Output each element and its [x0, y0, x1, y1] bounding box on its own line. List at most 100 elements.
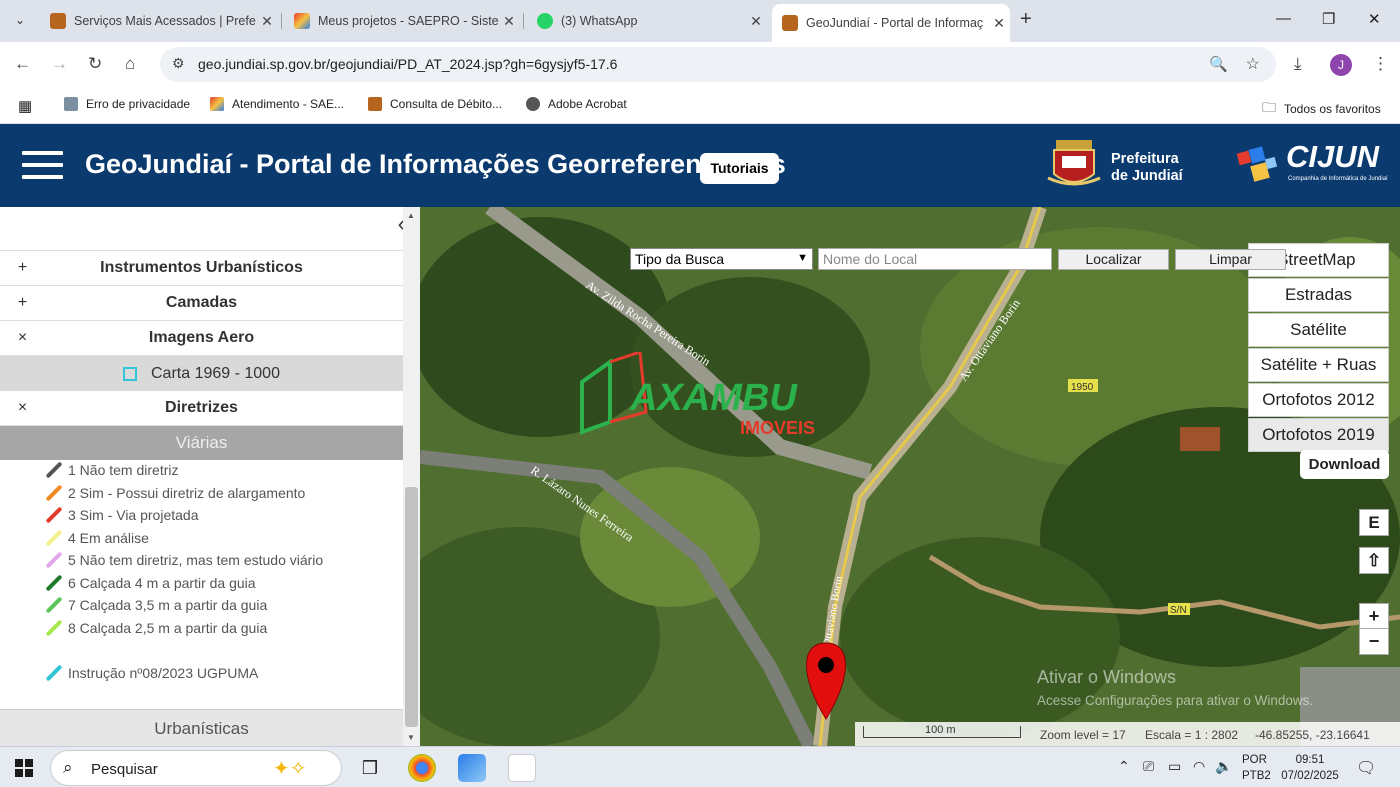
bookmark-star-icon[interactable]: ☆	[1246, 54, 1260, 74]
all-bookmarks[interactable]: 🗀 Todos os favoritos	[1262, 97, 1381, 121]
chevron-up-icon[interactable]: ⌃	[1118, 758, 1130, 775]
download-icon[interactable]: ⤓	[1294, 54, 1302, 74]
map-status-bar: 100 m Zoom level = 17 Escala = 1 : 2802 …	[855, 722, 1400, 746]
layer-estradas[interactable]: Estradas	[1248, 278, 1389, 312]
map-view[interactable]: Av. Zilda Rocha Pereira Borin Av. Ottavi…	[420, 207, 1400, 746]
photos-app-icon[interactable]	[458, 754, 486, 782]
task-view-icon[interactable]: ❒	[356, 754, 384, 782]
close-tab-icon[interactable]: ✕	[988, 15, 1010, 32]
bookmark-favicon-icon	[210, 97, 224, 111]
home-icon[interactable]: ⌂	[125, 54, 135, 74]
subsection-viarias[interactable]: Viárias	[0, 426, 403, 460]
saepro-favicon-icon	[294, 13, 310, 29]
legend-line-swatch	[45, 664, 63, 682]
layer-ortofotos-2012[interactable]: Ortofotos 2012	[1248, 383, 1389, 417]
bookmark-consulta-debito[interactable]: Consulta de Débito...	[368, 97, 502, 111]
address-bar[interactable]: ⚙ geo.jundiai.sp.gov.br/geojundiai/PD_AT…	[160, 47, 1276, 82]
zoom-icon[interactable]: 🔍	[1209, 55, 1228, 73]
zoom-out-button[interactable]: −	[1359, 628, 1389, 655]
tutorials-button[interactable]: Tutoriais	[700, 153, 779, 184]
battery-icon[interactable]: ▭	[1168, 758, 1181, 775]
bookmark-atendimento[interactable]: Atendimento - SAE...	[210, 97, 344, 111]
zoom-in-button[interactable]: +	[1359, 603, 1389, 630]
sidebar-cut-row	[0, 207, 403, 251]
layer-carta-1969[interactable]: Carta 1969 - 1000	[0, 356, 403, 391]
layers-sidebar: « +Instrumentos Urbanísticos +Camadas ×I…	[0, 207, 420, 746]
locate-button[interactable]: Localizar	[1058, 249, 1169, 270]
download-button[interactable]: Download	[1300, 450, 1389, 479]
cijun-subtitle: Companhia de Informática de Jundiaí	[1288, 176, 1388, 182]
volume-icon[interactable]: 🔈	[1215, 758, 1232, 775]
close-tab-icon[interactable]: ✕	[498, 13, 520, 30]
subsection-urbanisticas[interactable]: Urbanísticas	[0, 709, 403, 746]
legend-label: 8 Calçada 2,5 m a partir da guia	[68, 620, 268, 636]
site-info-icon[interactable]: ⚙	[172, 55, 185, 72]
wifi-icon[interactable]: ◠	[1193, 758, 1205, 775]
search-type-select[interactable]: Tipo da Busca ▼	[630, 248, 813, 270]
layer-checkbox[interactable]	[123, 366, 137, 381]
e-control-button[interactable]: E	[1359, 509, 1389, 536]
back-button[interactable]: ←	[14, 54, 31, 74]
layer-satelite-ruas[interactable]: Satélite + Ruas	[1248, 348, 1389, 382]
search-icon: ⌕	[63, 758, 73, 777]
profile-avatar[interactable]: J	[1330, 54, 1352, 76]
clock[interactable]: 09:51 07/02/2025	[1280, 752, 1340, 784]
collapse-icon: ×	[17, 329, 28, 346]
legend-item: 6 Calçada 4 m a partir da guia	[44, 573, 256, 593]
scroll-up-icon[interactable]: ▲	[407, 211, 415, 220]
prefeitura-favicon-icon	[50, 13, 66, 29]
tab-geojundiai[interactable]: GeoJundiaí - Portal de Informaç ✕	[772, 4, 1010, 42]
tab-servicos[interactable]: Serviços Mais Acessados | Prefe ✕	[40, 6, 278, 36]
forward-button[interactable]: →	[51, 54, 68, 74]
legend-item: Instrução nº08/2023 UGPUMA	[44, 663, 258, 683]
section-instrumentos-urbanisticos[interactable]: + Instrumentos Urbanísticos	[0, 251, 403, 286]
url-text[interactable]: geo.jundiai.sp.gov.br/geojundiai/PD_AT_2…	[198, 56, 617, 72]
section-diretrizes[interactable]: × Diretrizes	[0, 391, 403, 426]
section-imagens-aero[interactable]: × Imagens Aero	[0, 321, 403, 356]
language-indicator[interactable]: POR PTB2	[1242, 752, 1271, 784]
legend-label: 7 Calçada 3,5 m a partir da guia	[68, 597, 268, 613]
notifications-icon[interactable]: 🗨	[1356, 758, 1376, 778]
legend-label: 3 Sim - Via projetada	[68, 507, 199, 523]
apps-grid-icon[interactable]: ▦	[18, 97, 32, 115]
windows-activation-text: Acesse Configurações para ativar o Windo…	[1037, 693, 1314, 708]
scrollbar-thumb[interactable]	[405, 487, 418, 727]
scroll-down-icon[interactable]: ▼	[407, 733, 415, 742]
sparkle-icon: ✦✧	[273, 758, 307, 780]
clear-button[interactable]: Limpar	[1175, 249, 1286, 270]
tab-whatsapp[interactable]: (3) WhatsApp ✕	[527, 6, 767, 36]
taskbar-search[interactable]: ⌕ Pesquisar ✦✧	[50, 750, 342, 786]
windows-taskbar: ⌕ Pesquisar ✦✧ ❒ ⌃ ⎚ ▭ ◠ 🔈 POR PTB2 09:51…	[0, 746, 1400, 787]
close-tab-icon[interactable]: ✕	[745, 13, 767, 30]
menu-kebab-icon[interactable]: ⋮	[1372, 54, 1389, 74]
prefeitura-coat-of-arms-icon	[1047, 140, 1101, 186]
legend-line-swatch	[45, 619, 63, 637]
axambu-watermark: AXAMBU IMOVEIS	[570, 349, 830, 447]
hamburger-menu-icon[interactable]	[22, 151, 63, 181]
chrome-icon[interactable]	[408, 754, 436, 782]
tab-saepro[interactable]: Meus projetos - SAEPRO - Siste ✕	[284, 6, 520, 36]
section-camadas[interactable]: + Camadas	[0, 286, 403, 321]
folder-icon: 🗀	[1262, 99, 1276, 115]
minimize-button[interactable]: —	[1276, 10, 1291, 27]
tab-search-icon[interactable]: ⌄	[10, 10, 30, 30]
bookmark-adobe-acrobat[interactable]: Adobe Acrobat	[526, 97, 627, 111]
location-name-input[interactable]: Nome do Local	[818, 248, 1052, 270]
restore-button[interactable]: ❐	[1322, 10, 1335, 28]
close-window-button[interactable]: ✕	[1368, 10, 1381, 28]
meet-now-icon[interactable]: ⎚	[1143, 758, 1154, 775]
legend-label: Instrução nº08/2023 UGPUMA	[68, 665, 259, 681]
reload-button[interactable]: ↻	[88, 54, 102, 74]
page-title: GeoJundiaí - Portal de Informações Georr…	[85, 149, 786, 179]
windows-start-icon[interactable]	[15, 759, 33, 777]
legend-line-swatch	[45, 484, 63, 502]
chevron-down-icon: ▼	[797, 252, 808, 264]
layer-ortofotos-2019[interactable]: Ortofotos 2019	[1248, 418, 1389, 452]
java-app-icon[interactable]	[508, 754, 536, 782]
bookmark-erro-privacidade[interactable]: Erro de privacidade	[64, 97, 190, 111]
close-tab-icon[interactable]: ✕	[256, 13, 278, 30]
bookmarks-bar: ▦ Erro de privacidade Atendimento - SAE.…	[0, 88, 1400, 124]
new-tab-button[interactable]: +	[1020, 8, 1032, 31]
up-arrow-icon[interactable]: ⇧	[1359, 547, 1389, 574]
layer-satelite[interactable]: Satélite	[1248, 313, 1389, 347]
